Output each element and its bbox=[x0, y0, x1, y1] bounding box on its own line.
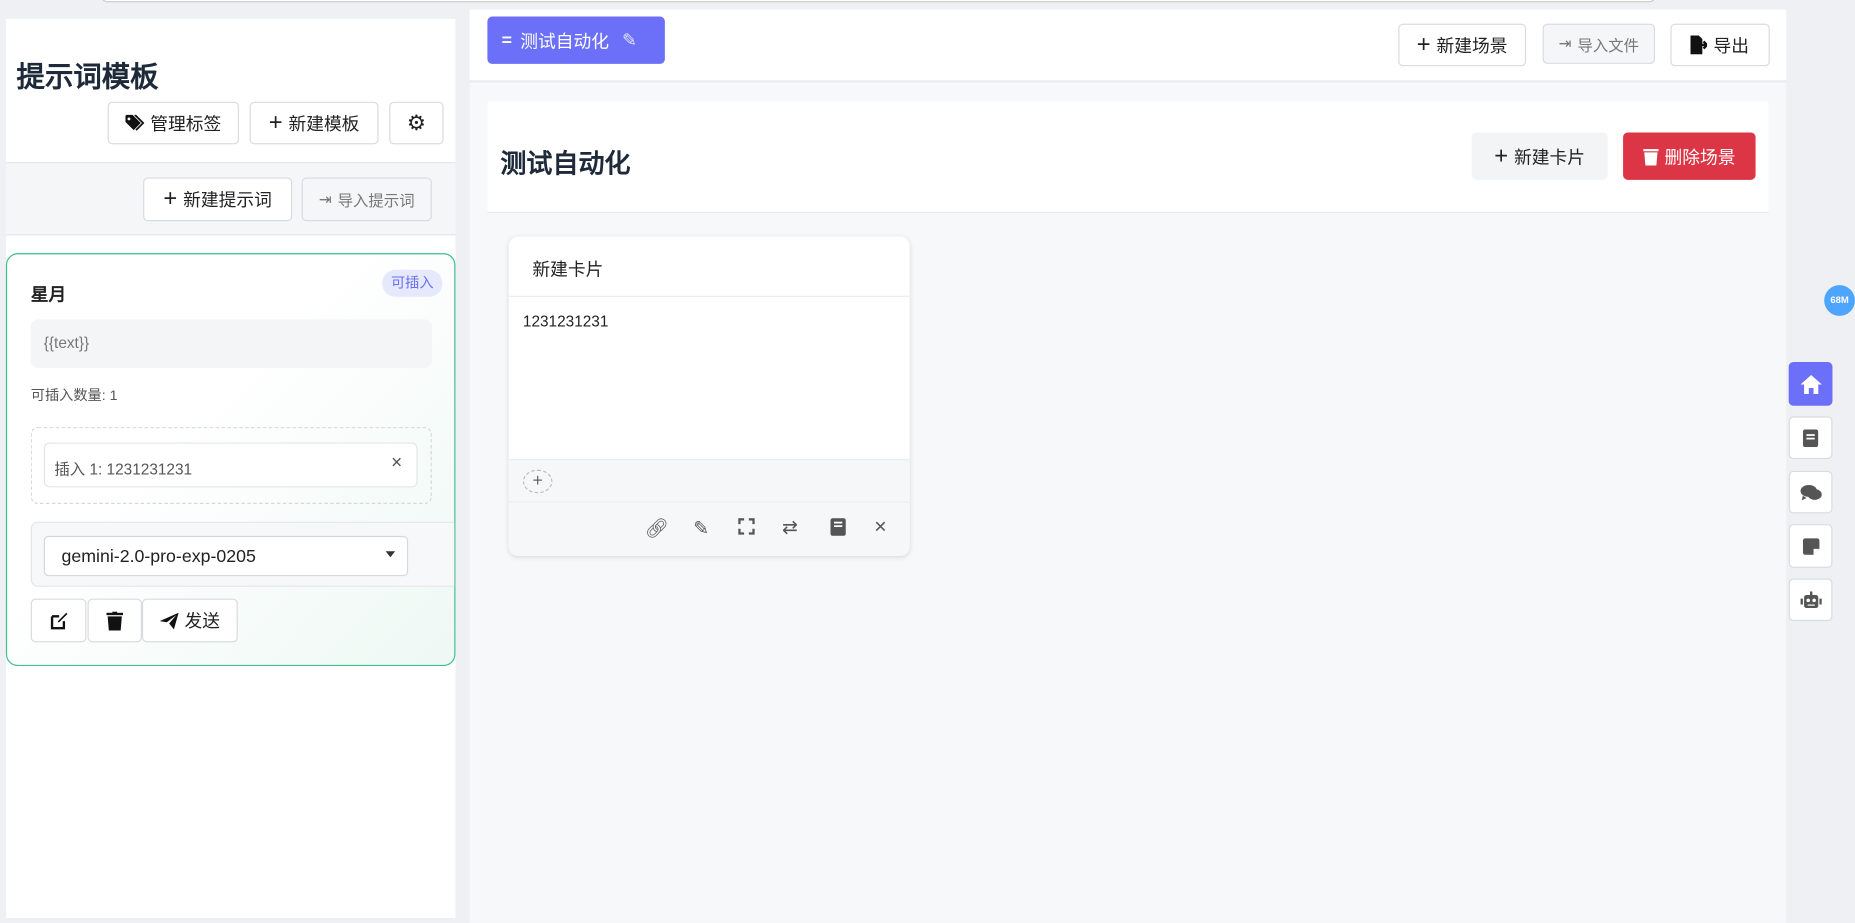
edit-icon bbox=[49, 611, 68, 630]
plus-icon: + bbox=[163, 185, 178, 212]
plus-icon: + bbox=[268, 109, 283, 136]
insertable-badge: 可插入 bbox=[382, 269, 443, 297]
sticky-note-icon bbox=[1802, 537, 1819, 555]
tags-icon bbox=[125, 114, 145, 132]
model-select-value: gemini-2.0-pro-exp-0205 bbox=[61, 546, 256, 567]
robot-icon bbox=[1799, 590, 1822, 609]
export-label: 导出 bbox=[1713, 36, 1750, 57]
edit-icon[interactable]: ✎ bbox=[622, 30, 637, 51]
import-file-label: 导入文件 bbox=[1577, 36, 1639, 54]
gear-icon: ⚙ bbox=[406, 110, 426, 135]
template-content: {{text}} bbox=[30, 319, 432, 368]
close-icon[interactable]: × bbox=[874, 515, 886, 540]
manage-tags-button[interactable]: 管理标签 bbox=[107, 101, 239, 145]
new-card-label: 新建卡片 bbox=[1514, 147, 1586, 168]
import-file-button[interactable]: ⇥ 导入文件 bbox=[1542, 23, 1656, 64]
robot-button[interactable] bbox=[1788, 578, 1833, 622]
insert-count: 可插入数量: 1 bbox=[30, 386, 118, 404]
insert-item-text: 插入 1: 1231231231 bbox=[54, 460, 193, 478]
scene-tab[interactable]: = 测试自动化 ✎ bbox=[487, 16, 665, 64]
panel-title: 提示词模板 bbox=[16, 61, 159, 94]
remove-insert-icon[interactable]: × bbox=[391, 453, 402, 474]
settings-button[interactable]: ⚙ bbox=[389, 101, 444, 145]
home-button[interactable] bbox=[1788, 361, 1833, 406]
card-toolbar: 🔗︎ ✎ ⇄ × bbox=[508, 502, 910, 557]
pencil-icon[interactable]: ✎ bbox=[693, 517, 709, 541]
add-insert-button[interactable]: + bbox=[522, 469, 553, 494]
new-template-label: 新建模板 bbox=[288, 114, 360, 135]
memory-badge: 68M bbox=[1824, 285, 1855, 316]
home-icon bbox=[1799, 374, 1822, 394]
prompt-actions-bar: + 新建提示词 ⇥ 导入提示词 bbox=[5, 162, 456, 236]
trash-icon bbox=[1643, 147, 1659, 165]
new-prompt-label: 新建提示词 bbox=[183, 190, 272, 211]
import-prompt-label: 导入提示词 bbox=[337, 191, 415, 210]
divider bbox=[508, 295, 910, 297]
address-bar-remnant bbox=[100, 0, 1657, 3]
model-select[interactable]: gemini-2.0-pro-exp-0205 bbox=[43, 535, 409, 577]
new-card-button[interactable]: + 新建卡片 bbox=[1471, 132, 1608, 180]
send-label: 发送 bbox=[184, 611, 221, 632]
prompt-name: 星月 bbox=[30, 285, 67, 306]
insert-list: 插入 1: 1231231231 × bbox=[30, 427, 432, 504]
new-scene-button[interactable]: + 新建场景 bbox=[1398, 23, 1527, 67]
expand-icon[interactable] bbox=[738, 518, 755, 535]
swap-icon[interactable]: ⇄ bbox=[782, 516, 798, 540]
chat-button[interactable] bbox=[1788, 470, 1833, 514]
delete-scene-button[interactable]: 删除场景 bbox=[1623, 132, 1756, 180]
model-select-wrap: gemini-2.0-pro-exp-0205 bbox=[30, 521, 455, 587]
link-icon[interactable]: 🔗︎ bbox=[645, 517, 669, 541]
new-template-button[interactable]: + 新建模板 bbox=[249, 101, 379, 145]
prompt-card: 星月 可插入 {{text}} 可插入数量: 1 插入 1: 123123123… bbox=[5, 253, 456, 667]
delete-prompt-button[interactable] bbox=[87, 598, 142, 643]
file-import-icon: ⇥ bbox=[318, 189, 332, 208]
scene-header: 测试自动化 + 新建卡片 删除场景 bbox=[487, 101, 1769, 213]
menu-icon: = bbox=[501, 30, 512, 51]
file-export-icon bbox=[1691, 35, 1708, 55]
delete-scene-label: 删除场景 bbox=[1664, 147, 1736, 168]
file-import-icon: ⇥ bbox=[1558, 34, 1572, 53]
edit-prompt-button[interactable] bbox=[30, 598, 87, 643]
book-button[interactable] bbox=[1788, 416, 1833, 460]
right-sidebar: 68M bbox=[1786, 0, 1855, 923]
plus-icon: + bbox=[1416, 31, 1431, 58]
send-button[interactable]: 发送 bbox=[141, 598, 238, 643]
book-icon[interactable] bbox=[830, 518, 846, 536]
card-title[interactable]: 新建卡片 bbox=[532, 257, 603, 282]
insert-item[interactable]: 插入 1: 1231231231 × bbox=[43, 442, 418, 488]
trash-icon bbox=[106, 611, 124, 630]
import-prompt-button[interactable]: ⇥ 导入提示词 bbox=[301, 177, 432, 222]
book-icon bbox=[1802, 428, 1819, 447]
scene-content: 测试自动化 + 新建卡片 删除场景 新建卡片 1231231231 + 🔗︎ ✎… bbox=[469, 82, 1787, 923]
caret-down-icon bbox=[385, 551, 396, 558]
scene-card: 新建卡片 1231231231 + 🔗︎ ✎ ⇄ × bbox=[508, 236, 910, 557]
export-button[interactable]: 导出 bbox=[1670, 23, 1770, 67]
top-bar: = 测试自动化 ✎ + 新建场景 ⇥ 导入文件 导出 bbox=[469, 9, 1787, 82]
card-content[interactable]: 1231231231 bbox=[523, 312, 609, 330]
card-insert-row: + bbox=[508, 459, 910, 503]
scene-title: 测试自动化 bbox=[500, 149, 631, 179]
comments-icon bbox=[1799, 483, 1822, 501]
plus-icon: + bbox=[1494, 142, 1509, 169]
new-prompt-button[interactable]: + 新建提示词 bbox=[143, 177, 293, 222]
new-scene-label: 新建场景 bbox=[1436, 36, 1508, 57]
scene-tab-label: 测试自动化 bbox=[520, 31, 609, 52]
note-button[interactable] bbox=[1788, 524, 1833, 568]
paper-plane-icon bbox=[159, 612, 179, 629]
manage-tags-label: 管理标签 bbox=[150, 114, 222, 135]
